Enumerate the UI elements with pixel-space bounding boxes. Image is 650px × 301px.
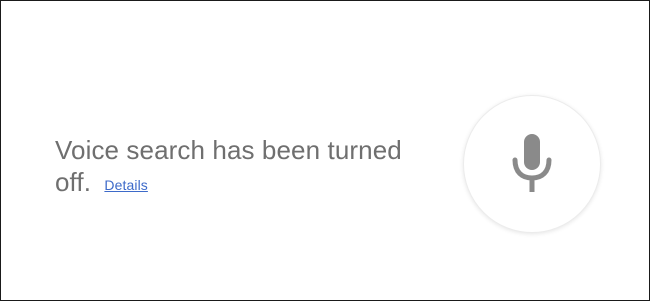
details-link[interactable]: Details [104,177,148,193]
voice-search-panel: Voice search has been turned off. Detail… [0,0,650,301]
microphone-button[interactable] [463,95,601,233]
voice-search-status-message: Voice search has been turned off. Detail… [55,134,435,202]
microphone-icon [512,134,552,192]
